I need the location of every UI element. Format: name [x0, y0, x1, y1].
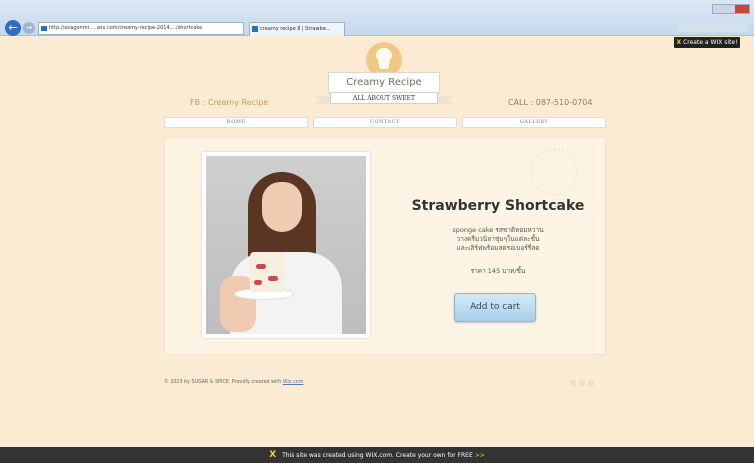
social-icons [570, 380, 594, 386]
tagline-ribbon: ALL ABOUT SWEET [314, 92, 454, 106]
facebook-text: FB : Creamy Recipe [190, 98, 269, 107]
forward-button[interactable]: → [23, 22, 35, 34]
wix-link[interactable]: Wix.com [283, 380, 304, 385]
cupcake-icon [375, 48, 393, 72]
tab-title: creamy recipe ลี | Strawbe... [260, 26, 331, 32]
facebook-icon[interactable] [570, 380, 576, 386]
address-text: http://exagonmi.....wix.com/creamy-recip… [49, 25, 203, 31]
product-title: Strawberry Shortcake [411, 198, 585, 214]
add-to-cart-button[interactable]: Add to cart [454, 293, 536, 322]
browser-chrome: ← → http://exagonmi.....wix.com/creamy-r… [0, 0, 754, 36]
description-line: sponge cake รสชาติหอมหวาน [452, 226, 544, 234]
decorative-flower-icon [530, 148, 578, 196]
wix-logo-icon: X [269, 450, 277, 460]
create-wix-site-badge[interactable]: X Create a WIX site! [674, 37, 740, 48]
tab-favicon-icon [252, 26, 258, 32]
wix-promo-bar[interactable]: X This site was created using WIX.com. C… [0, 447, 754, 463]
promo-arrows: >> [474, 452, 485, 459]
description-line: วางครีมวนิลาชุ่มๆในแต่ละชั้น [456, 235, 540, 243]
window-controls[interactable] [712, 4, 750, 14]
close-icon[interactable] [735, 5, 749, 13]
nav-item-gallery[interactable]: GALLERY [462, 117, 606, 128]
description-line: และเสิร์ฟพร้อมสตรอเบอร์รี่สด [456, 244, 540, 252]
address-bar[interactable]: http://exagonmi.....wix.com/creamy-recip… [38, 22, 244, 35]
main-nav: HOME CONTACT GALLERY [164, 117, 606, 128]
nav-item-contact[interactable]: CONTACT [313, 117, 457, 128]
browser-tab[interactable]: creamy recipe ลี | Strawbe... [249, 22, 345, 36]
product-description: sponge cake รสชาติหอมหวาน วางครีมวนิลาชุ… [402, 226, 594, 253]
product-photo [202, 152, 370, 338]
toolbar-right [678, 22, 748, 32]
product-price: ราคา 145 บาท/ชิ้น [470, 267, 526, 275]
nav-item-home[interactable]: HOME [164, 117, 308, 128]
twitter-icon[interactable] [579, 380, 585, 386]
call-text: CALL : 087-510-0704 [508, 98, 593, 107]
wix-x-icon: X [676, 39, 682, 46]
back-button[interactable]: ← [5, 20, 21, 36]
favicon-icon [41, 26, 47, 31]
footer-credit: © 2023 by SUGAR & SPICE. Proudly created… [164, 380, 303, 385]
wix-badge-label: Create a WIX site! [683, 39, 738, 46]
google-plus-icon[interactable] [588, 380, 594, 386]
credit-text: © 2023 by SUGAR & SPICE. Proudly created… [164, 380, 282, 385]
tagline: ALL ABOUT SWEET [330, 92, 438, 104]
brand-banner: Creamy Recipe [328, 72, 440, 94]
promo-text: This site was created using WIX.com. Cre… [282, 452, 473, 459]
